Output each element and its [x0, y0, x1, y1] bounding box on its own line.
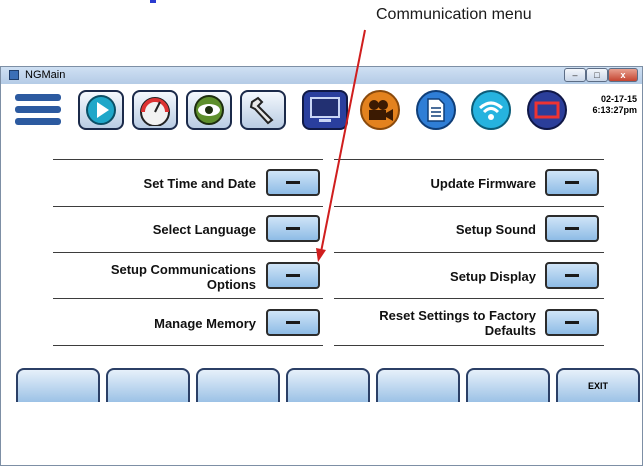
annotation-arrow: [316, 29, 366, 262]
